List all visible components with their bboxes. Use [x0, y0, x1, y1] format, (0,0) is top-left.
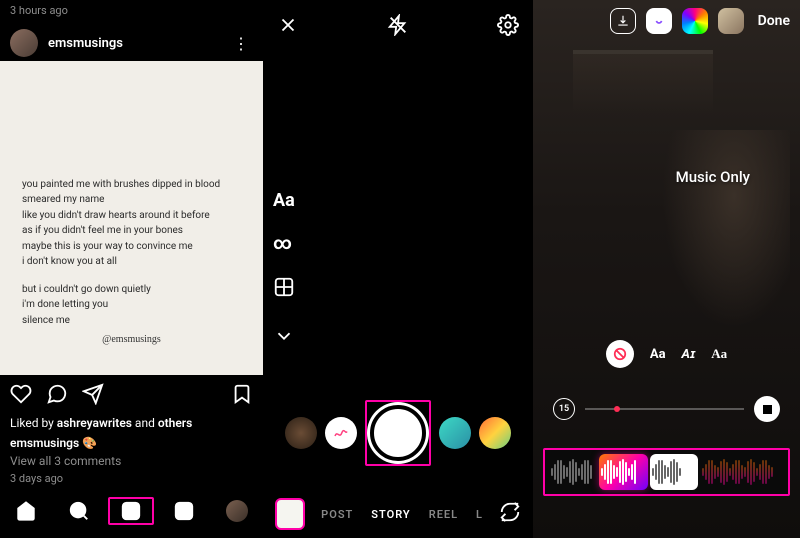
sticker-icon[interactable] [646, 8, 672, 34]
stop-button[interactable] [754, 396, 780, 422]
profile-avatar-icon [226, 500, 248, 522]
post-header: emsmusings ⋮ [0, 25, 263, 61]
lyric-style-b[interactable]: Aɪ [682, 346, 696, 362]
no-lyrics-icon[interactable] [606, 340, 634, 368]
audio-scrubber[interactable] [543, 448, 790, 496]
poem-text: you painted me with brushes dipped in bl… [22, 177, 241, 341]
mode-story[interactable]: STORY [371, 508, 410, 521]
effects-icon[interactable] [682, 8, 708, 34]
mode-reel[interactable]: REEL [429, 508, 458, 521]
close-icon[interactable] [277, 14, 299, 40]
music-only-label: Music Only [676, 168, 750, 186]
save-icon[interactable] [231, 383, 253, 409]
wave-segment-past[interactable] [549, 454, 597, 490]
caption-username[interactable]: emsmusings [10, 436, 79, 450]
text-tool-icon[interactable]: Aa [273, 190, 295, 211]
liked-by-others[interactable]: others [158, 416, 192, 430]
author-username[interactable]: emsmusings [48, 36, 229, 51]
post-timestamp: 3 days ago [0, 470, 263, 491]
shutter-button[interactable] [370, 405, 426, 461]
music-editor-panel: Done Music Only Aa Aɪ Aa 15 [533, 0, 800, 538]
wave-segment-future[interactable] [700, 454, 784, 490]
lyric-style-row: Aa Aɪ Aa [533, 340, 800, 368]
download-icon[interactable] [610, 8, 636, 34]
bottom-tabbar [0, 491, 263, 527]
liked-by-user[interactable]: ashreyawrites [57, 416, 132, 430]
poem-stanza-1: you painted me with brushes dipped in bl… [22, 177, 241, 270]
story-side-tools: Aa ∞ [273, 190, 295, 352]
filter-thumb-3[interactable] [439, 417, 471, 449]
wave-segment-selected-b[interactable] [650, 454, 698, 490]
like-icon[interactable] [10, 383, 32, 409]
poem-signature: @emsmusings [22, 334, 241, 345]
likes-line[interactable]: Liked by ashreyawrites and others [0, 413, 263, 434]
flash-off-icon[interactable] [387, 14, 409, 40]
lyric-style-c[interactable]: Aa [711, 346, 727, 362]
reels-tab-icon[interactable] [161, 497, 207, 525]
share-icon[interactable] [82, 383, 104, 409]
more-options-icon[interactable]: ⋮ [229, 30, 253, 57]
shutter-highlight [365, 400, 431, 466]
layout-tool-icon[interactable] [273, 276, 295, 303]
wave-segment-selected-a[interactable] [599, 454, 647, 490]
playback-row: 15 [533, 396, 800, 422]
filter-thumb-1[interactable] [285, 417, 317, 449]
caption-emoji: 🎨 [82, 436, 97, 450]
search-tab-icon[interactable] [56, 497, 102, 525]
caption: emsmusings 🎨 [0, 434, 263, 452]
prev-post-timestamp: 3 hours ago [0, 0, 263, 25]
filter-carousel[interactable] [263, 400, 533, 466]
capture-modes[interactable]: POST STORY REEL L [321, 508, 483, 521]
post-image[interactable]: you painted me with brushes dipped in bl… [0, 61, 263, 375]
duration-badge[interactable]: 15 [553, 398, 575, 420]
filter-thumb-2[interactable] [325, 417, 357, 449]
progress-handle[interactable] [614, 406, 620, 412]
more-tools-chevron-icon[interactable] [273, 325, 295, 352]
view-comments-link[interactable]: View all 3 comments [0, 452, 263, 470]
profile-tab-icon[interactable] [214, 497, 260, 525]
post-actions [0, 375, 263, 413]
boomerang-tool-icon[interactable]: ∞ [273, 233, 295, 254]
story-camera-panel: Aa ∞ POST STORY REEL L [263, 0, 533, 538]
settings-icon[interactable] [497, 14, 519, 40]
filter-thumb-4[interactable] [479, 417, 511, 449]
editor-topbar: Done [610, 8, 790, 34]
comment-icon[interactable] [46, 383, 68, 409]
author-avatar[interactable] [10, 29, 38, 57]
mode-extra[interactable]: L [476, 508, 483, 521]
done-button[interactable]: Done [758, 13, 790, 29]
progress-track[interactable] [585, 408, 744, 410]
lyric-style-a[interactable]: Aa [650, 347, 666, 362]
camera-topbar [263, 0, 533, 40]
camera-bottom-row: POST STORY REEL L [263, 498, 533, 530]
create-tab-icon[interactable] [108, 497, 154, 525]
home-tab-icon[interactable] [3, 497, 49, 525]
flip-camera-icon[interactable] [499, 501, 521, 527]
poem-stanza-2: but i couldn't go down quietly i'm done … [22, 282, 241, 329]
gallery-thumb-button[interactable] [275, 498, 305, 530]
tag-avatar-icon[interactable] [718, 8, 744, 34]
mode-post[interactable]: POST [321, 508, 353, 521]
feed-panel: 3 hours ago emsmusings ⋮ you painted me … [0, 0, 263, 538]
